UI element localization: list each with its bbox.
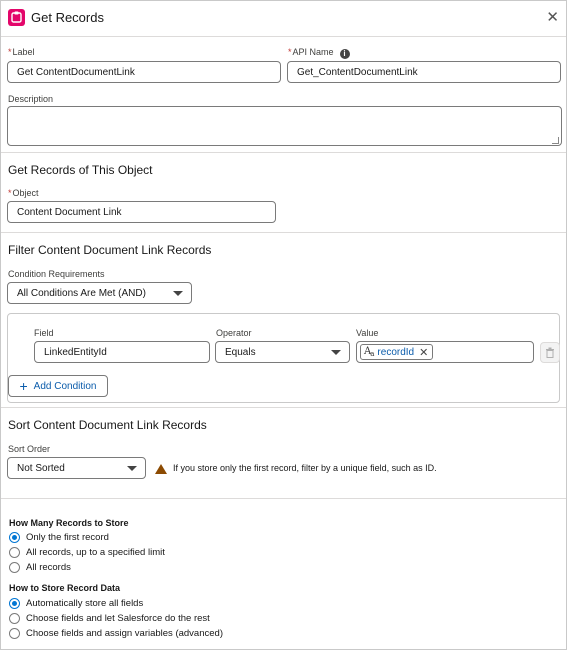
resource-pill[interactable]: Aa recordId ✕ <box>360 344 434 360</box>
object-field-label: *Object <box>8 188 39 198</box>
condition-requirements-label: Condition Requirements <box>8 269 105 279</box>
sort-order-select[interactable]: Not Sorted <box>7 457 146 479</box>
api-name-input[interactable]: Get_ContentDocumentLink <box>287 61 561 83</box>
sort-warning-text: If you store only the first record, filt… <box>173 463 437 473</box>
divider <box>1 232 566 233</box>
close-icon[interactable]: ✕ <box>546 9 559 27</box>
condition-value-input[interactable]: Aa recordId ✕ <box>356 341 534 363</box>
panel-header: Get Records ✕ <box>1 1 566 37</box>
condition-requirements-select[interactable]: All Conditions Are Met (AND) <box>7 282 192 304</box>
radio-only-first-record[interactable]: Only the first record <box>9 532 109 543</box>
radio-all-records[interactable]: All records <box>9 562 71 573</box>
trash-icon <box>546 347 554 358</box>
add-condition-button[interactable]: + Add Condition <box>8 375 108 397</box>
radio-button[interactable] <box>9 532 20 543</box>
warning-icon <box>155 464 167 474</box>
how-many-records-title: How Many Records to Store <box>9 518 129 528</box>
label-field-label: *Label <box>8 47 35 57</box>
radio-auto-store-fields[interactable]: Automatically store all fields <box>9 598 143 609</box>
divider <box>1 407 566 408</box>
condition-operator-value: Equals <box>225 346 256 358</box>
get-records-icon <box>8 9 25 26</box>
description-textarea[interactable] <box>7 106 562 146</box>
divider <box>1 152 566 153</box>
description-label: Description <box>8 94 54 104</box>
plus-icon: + <box>19 378 28 394</box>
delete-condition-button[interactable] <box>540 342 560 363</box>
object-input[interactable]: Content Document Link <box>7 201 276 223</box>
radio-button[interactable] <box>9 547 20 558</box>
how-to-store-title: How to Store Record Data <box>9 583 121 593</box>
chevron-down-icon <box>331 349 341 355</box>
text-resource-icon: Aa <box>364 346 374 358</box>
radio-button[interactable] <box>9 598 20 609</box>
radio-choose-fields-variables[interactable]: Choose fields and assign variables (adva… <box>9 628 223 639</box>
label-input[interactable]: Get ContentDocumentLink <box>7 61 281 83</box>
condition-field-input[interactable]: LinkedEntityId <box>34 341 210 363</box>
info-icon[interactable]: i <box>339 49 350 59</box>
field-column-label: Field <box>34 328 54 338</box>
radio-all-records-limit[interactable]: All records, up to a specified limit <box>9 547 165 558</box>
get-records-panel: Get Records ✕ *Label Get ContentDocument… <box>0 0 567 650</box>
resize-handle[interactable] <box>552 137 559 144</box>
condition-operator-select[interactable]: Equals <box>215 341 350 363</box>
sort-order-label: Sort Order <box>8 444 51 454</box>
condition-requirements-value: All Conditions Are Met (AND) <box>17 287 146 299</box>
operator-column-label: Operator <box>216 328 252 338</box>
filter-section-title: Filter Content Document Link Records <box>8 243 212 257</box>
sort-section-title: Sort Content Document Link Records <box>8 418 207 432</box>
chevron-down-icon <box>173 290 183 296</box>
resource-pill-label: recordId <box>377 346 415 358</box>
remove-pill-icon[interactable]: ✕ <box>419 346 428 359</box>
divider <box>1 498 566 499</box>
radio-button[interactable] <box>9 613 20 624</box>
value-column-label: Value <box>356 328 379 338</box>
radio-button[interactable] <box>9 628 20 639</box>
radio-choose-fields-salesforce[interactable]: Choose fields and let Salesforce do the … <box>9 613 210 624</box>
api-name-field-label: *API Name i <box>288 47 350 59</box>
object-section-title: Get Records of This Object <box>8 163 153 177</box>
panel-title: Get Records <box>31 10 104 25</box>
radio-button[interactable] <box>9 562 20 573</box>
sort-order-value: Not Sorted <box>17 462 65 474</box>
chevron-down-icon <box>127 465 137 471</box>
